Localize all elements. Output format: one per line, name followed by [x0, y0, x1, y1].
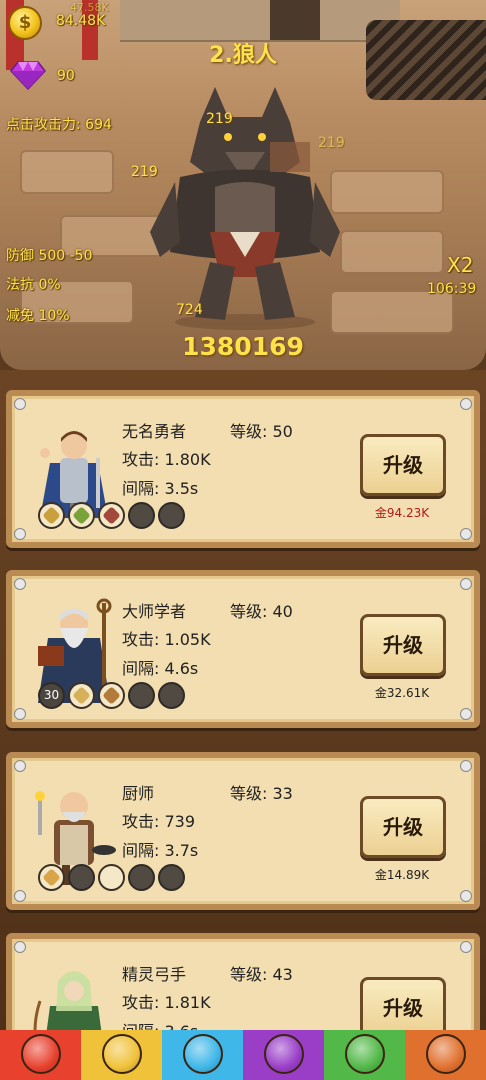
equipment-slot-locked[interactable] [158, 682, 185, 709]
hero-level: 等级: 43 [230, 965, 293, 984]
hero-attack: 攻击: 739 [122, 812, 196, 831]
equipment-slot-filled[interactable] [38, 864, 65, 891]
damage-reduction-stat: 减免 10% [6, 308, 70, 324]
hero-interval: 间隔: 3.6s [122, 1018, 198, 1030]
nav-tab-equipment[interactable] [162, 1030, 243, 1080]
equipment-slot-locked[interactable] [158, 502, 185, 529]
equipment-slot-filled[interactable] [38, 502, 65, 529]
nav-tab-treasure[interactable] [324, 1030, 405, 1080]
nail [14, 890, 26, 902]
nav-tab-wizard[interactable] [243, 1030, 324, 1080]
nail [14, 398, 26, 410]
nail [14, 578, 26, 590]
equipment-slot-filled[interactable] [68, 502, 95, 529]
equipment-slot-level[interactable]: 30 [38, 682, 65, 709]
hero-name: 厨师 [122, 784, 155, 803]
sword-scroll-icon [20, 1034, 61, 1074]
equipment-slot-locked[interactable] [128, 502, 155, 529]
hero-level: 等级: 40 [230, 602, 293, 621]
arena-gate [270, 0, 320, 40]
equipment-slot-filled[interactable] [68, 682, 95, 709]
enemy-name: 2.狼人 [209, 43, 277, 68]
click-attack-power: 点击攻击力: 694 [6, 117, 112, 133]
equipment-slot-locked[interactable] [128, 864, 155, 891]
hero-attack: 攻击: 1.80K [122, 450, 211, 469]
equipment-item-icon [42, 868, 61, 887]
bottom-nav [0, 1030, 486, 1080]
enemy-hp: 1380169 [182, 332, 304, 361]
nail [14, 941, 26, 953]
nav-tab-spellbook[interactable] [405, 1030, 486, 1080]
speed-multiplier-button[interactable]: X2 [447, 253, 473, 277]
battle-scene[interactable]: $ 47.58K 84.48K 90 点击攻击力: 694 2.狼人 219 2… [0, 0, 486, 370]
equipment-item-icon [102, 506, 121, 525]
gem-count: 90 [57, 68, 75, 84]
rock-golem-icon [101, 1034, 142, 1074]
hero-list[interactable]: 无名勇者 等级: 50 攻击: 1.80K 间隔: 3.5s 升级 金94.23… [0, 370, 486, 1030]
floor-tile [340, 230, 444, 274]
nail [460, 890, 472, 902]
hero-interval: 间隔: 3.5s [122, 479, 199, 498]
upgrade-button[interactable]: 升级 [360, 434, 446, 496]
equipment-slot-locked[interactable] [128, 682, 155, 709]
werewolf-enemy[interactable] [140, 82, 350, 332]
damage-number: 219 [206, 111, 233, 127]
equipment-slot-empty[interactable] [98, 864, 125, 891]
hero-card: 精灵弓手 等级: 43 攻击: 1.81K 间隔: 3.6s 升级 [6, 933, 480, 1030]
gold-coin-icon: $ [8, 6, 42, 40]
upgrade-button[interactable]: 升级 [360, 614, 446, 676]
hero-card: 大师学者 等级: 40 攻击: 1.05K 间隔: 4.6s 30 升级 金32… [6, 570, 480, 728]
hero-interval: 间隔: 3.7s [122, 841, 199, 860]
nail [460, 528, 472, 540]
equipment-item-icon [102, 686, 121, 705]
equipment-item-icon [72, 506, 91, 525]
wizard-icon [263, 1034, 304, 1074]
upgrade-cost: 金32.61K [374, 686, 430, 700]
gold-amount: 84.48K [56, 13, 106, 29]
hero-card: 无名勇者 等级: 50 攻击: 1.80K 间隔: 3.5s 升级 金94.23… [6, 390, 480, 548]
hero-card: 厨师 等级: 33 攻击: 739 间隔: 3.7s 升级 金14.89K [6, 752, 480, 910]
equipment-slot-locked[interactable] [68, 864, 95, 891]
nail [460, 941, 472, 953]
hero-attack: 攻击: 1.05K [122, 630, 211, 649]
equipment-slot-filled[interactable] [98, 502, 125, 529]
hero-level: 等级: 50 [230, 422, 293, 441]
magic-resist-stat: 法抗 0% [6, 277, 61, 293]
nail [14, 528, 26, 540]
spellbook-icon [425, 1034, 466, 1074]
nav-tab-heroes[interactable] [0, 1030, 81, 1080]
equipment-slot-locked[interactable] [158, 864, 185, 891]
upgrade-cost: 金14.89K [374, 868, 430, 882]
hero-attack: 攻击: 1.81K [122, 993, 211, 1012]
elf-archer-hero-portrait[interactable] [30, 961, 118, 1030]
nail [460, 578, 472, 590]
upgrade-button[interactable]: 升级 [360, 977, 446, 1030]
battle-timer: 106:39 [427, 281, 477, 297]
damage-number: 724 [176, 302, 203, 318]
damage-number: 219 [131, 164, 158, 180]
nail [460, 760, 472, 772]
nail [460, 398, 472, 410]
equipment-item-icon [42, 506, 61, 525]
defense-stat: 防御 500 -50 [6, 248, 93, 264]
equipment-slot-filled[interactable] [98, 682, 125, 709]
nail [14, 708, 26, 720]
hero-level: 等级: 33 [230, 784, 293, 803]
upgrade-button[interactable]: 升级 [360, 796, 446, 858]
helmet-icon [182, 1034, 223, 1074]
hero-name: 精灵弓手 [122, 965, 187, 984]
arena-wall [120, 0, 400, 42]
hero-interval: 间隔: 4.6s [122, 659, 199, 678]
upgrade-cost: 金94.23K [374, 506, 430, 520]
hero-name: 无名勇者 [122, 422, 187, 441]
nail [460, 708, 472, 720]
nav-tab-golem[interactable] [81, 1030, 162, 1080]
floor-tile [20, 150, 114, 194]
equipment-item-icon [72, 686, 91, 705]
nail [14, 760, 26, 772]
damage-number: 219 [318, 135, 345, 151]
treasure-chest-icon [344, 1034, 385, 1074]
hero-name: 大师学者 [122, 602, 187, 621]
